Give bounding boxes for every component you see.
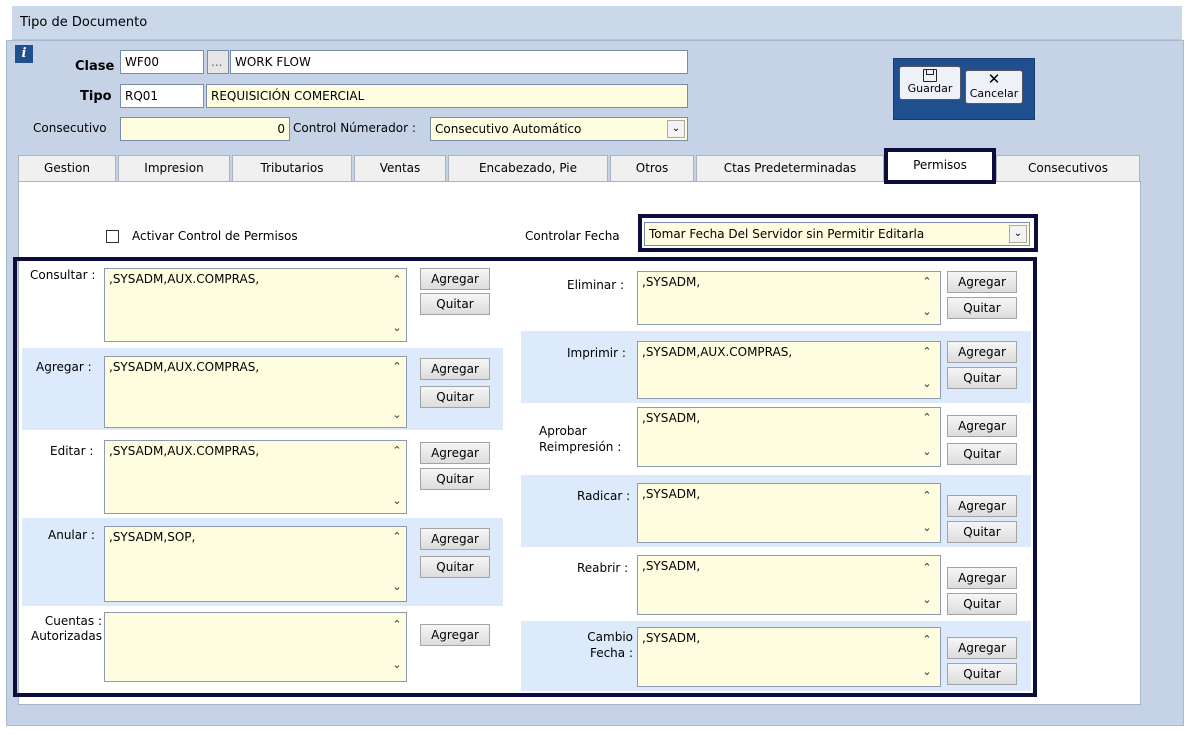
permisos-grid-highlight (13, 257, 1037, 697)
clase-code-field[interactable]: WF00 (120, 50, 204, 74)
clase-name-field[interactable]: WORK FLOW (230, 50, 688, 74)
tab-consecutivos[interactable]: Consecutivos (996, 155, 1140, 181)
tab-encabezado-pie[interactable]: Encabezado, Pie (448, 155, 608, 181)
save-button[interactable]: Guardar (899, 66, 961, 100)
controlar-fecha-label: Controlar Fecha (525, 229, 620, 243)
clase-label: Clase (75, 59, 115, 74)
info-icon[interactable]: i (15, 45, 33, 63)
tipo-name-field[interactable]: REQUISICIÓN COMERCIAL (206, 84, 688, 108)
tipo-label: Tipo (80, 89, 112, 104)
tab-tributarios[interactable]: Tributarios (232, 155, 352, 181)
control-numerador-label: Control Númerador : (293, 121, 416, 135)
activar-permisos-checkbox[interactable] (106, 230, 119, 243)
control-numerador-select[interactable]: Consecutivo Automático ⌄ (430, 117, 688, 141)
tab-ctas-predeterminadas[interactable]: Ctas Predeterminadas (696, 155, 884, 181)
title-bar: Tipo de Documento (12, 6, 1182, 40)
save-label: Guardar (907, 82, 953, 95)
control-numerador-value: Consecutivo Automático (435, 122, 582, 136)
activar-permisos-label: Activar Control de Permisos (132, 229, 298, 243)
consecutivo-label: Consecutivo (33, 121, 107, 135)
chevron-down-icon[interactable]: ⌄ (667, 120, 685, 138)
tab-ventas[interactable]: Ventas (354, 155, 446, 181)
floppy-disk-icon (923, 69, 937, 82)
cancel-button[interactable]: ✕ Cancelar (965, 70, 1023, 104)
tab-permisos-highlight (884, 148, 996, 184)
tab-otros[interactable]: Otros (610, 155, 694, 181)
consecutivo-field[interactable]: 0 (120, 117, 290, 141)
tab-gestion[interactable]: Gestion (18, 155, 116, 181)
app-window: Tipo de Documento i Clase WF00 ... WORK … (0, 0, 1193, 738)
tipo-code-field[interactable]: RQ01 (120, 84, 204, 108)
cancel-label: Cancelar (969, 87, 1019, 100)
clase-lookup-button[interactable]: ... (207, 50, 229, 74)
window-title: Tipo de Documento (20, 15, 148, 30)
tab-impresion[interactable]: Impresion (118, 155, 230, 181)
close-icon: ✕ (987, 70, 1001, 88)
controlar-fecha-highlight (638, 214, 1038, 252)
